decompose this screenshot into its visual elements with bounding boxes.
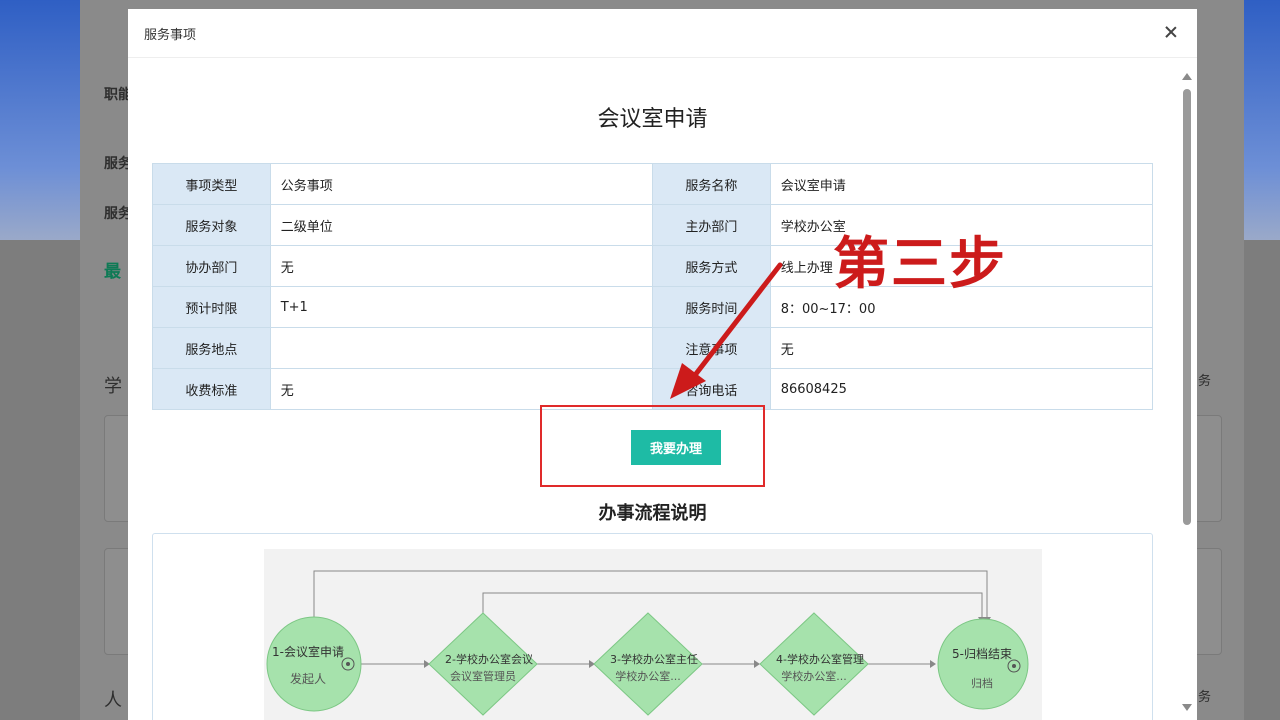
annotation-arrow-icon — [670, 262, 783, 399]
background-label: 人 — [104, 690, 122, 711]
scroll-up-icon[interactable] — [1182, 73, 1192, 80]
info-label: 协办部门 — [152, 245, 271, 287]
flow-node-sublabel: 发起人 — [290, 671, 326, 686]
info-value: 二级单位 — [269, 204, 653, 246]
scroll-thumb[interactable] — [1183, 89, 1191, 525]
flow-node-sublabel: 学校办公室... — [781, 669, 847, 683]
info-label: 预计时限 — [152, 286, 271, 328]
info-value: T+1 — [269, 286, 653, 328]
flow-diagram: 1-会议室申请 发起人 2-学校办公室会议 会议室管理员 3-学校办公室主任 学… — [264, 549, 1042, 720]
info-value: 无 — [269, 368, 653, 410]
info-value: 无 — [269, 245, 653, 287]
info-label: 服务名称 — [651, 163, 771, 205]
flow-node-label: 5-归档结束 — [952, 647, 1012, 661]
flow-title: 办事流程说明 — [598, 503, 707, 524]
step-annotation: 第三步 — [833, 232, 1007, 297]
flow-node-sublabel: 会议室管理员 — [450, 669, 516, 683]
flow-diagram-svg: 1-会议室申请 发起人 2-学校办公室会议 会议室管理员 3-学校办公室主任 学… — [266, 570, 1029, 716]
flow-node-sublabel: 归档 — [971, 676, 993, 690]
info-label: 服务对象 — [152, 204, 271, 246]
flow-node-label: 1-会议室申请 — [272, 644, 344, 659]
info-value: 会议室申请 — [769, 163, 1154, 205]
modal-scrollbar[interactable] — [1181, 67, 1193, 717]
modal-content: 会议室申请 事项类型 公务事项 服务名称 会议室申请 服务对象 二级单位 主办部… — [152, 69, 1154, 720]
flow-node-label: 3-学校办公室主任 — [610, 652, 698, 666]
background-side-label: 务 — [1198, 374, 1212, 389]
flow-node-label: 4-学校办公室管理 — [776, 652, 864, 666]
background-banner-right — [1244, 0, 1280, 240]
info-value: 86608425 — [769, 368, 1154, 410]
modal-title: 服务事项 — [144, 27, 197, 43]
modal-header: 服务事项 — [128, 9, 1197, 58]
background-label: 最 — [104, 262, 121, 282]
close-icon[interactable] — [1161, 23, 1181, 43]
service-title: 会议室申请 — [597, 107, 708, 132]
info-value: 公务事项 — [269, 163, 653, 205]
service-modal: 服务事项 会议室申请 事项类型 公务事项 服务名称 会议室申请 服务对象 二级单… — [128, 9, 1197, 720]
flow-diagram-box: 1-会议室申请 发起人 2-学校办公室会议 会议室管理员 3-学校办公室主任 学… — [152, 533, 1153, 720]
info-value — [269, 327, 653, 369]
scroll-down-icon[interactable] — [1182, 704, 1192, 711]
background-side-label: 务 — [1198, 690, 1212, 705]
background-banner-left — [0, 0, 80, 240]
flow-node-sublabel: 学校办公室... — [615, 669, 681, 683]
background-label: 学 — [104, 376, 122, 397]
apply-button[interactable]: 我要办理 — [631, 430, 721, 465]
info-value: 无 — [769, 327, 1154, 369]
info-label: 收费标准 — [152, 368, 271, 410]
table-row: 事项类型 公务事项 服务名称 会议室申请 — [152, 163, 1154, 205]
flow-node-label: 2-学校办公室会议 — [445, 652, 533, 666]
info-label: 服务地点 — [152, 327, 271, 369]
info-label: 主办部门 — [651, 204, 771, 246]
info-label: 事项类型 — [152, 163, 271, 205]
